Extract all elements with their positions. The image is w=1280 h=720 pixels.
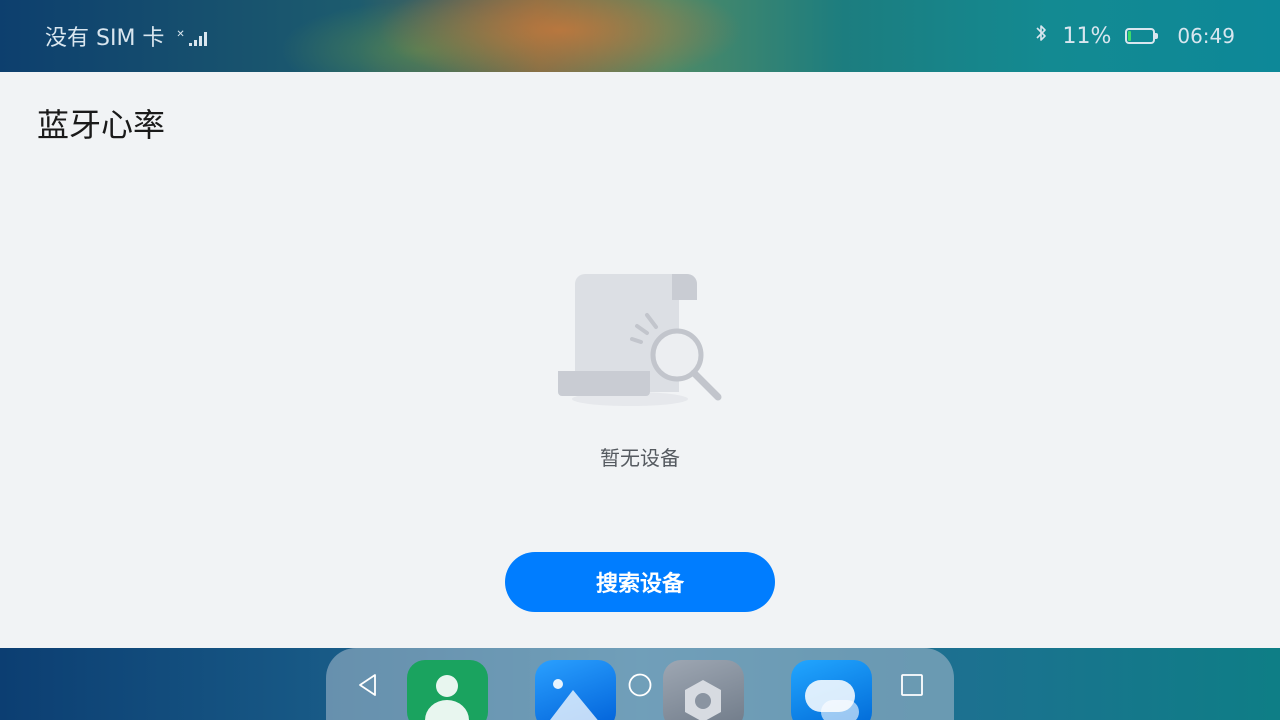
page-title: 蓝牙心率 [37, 106, 166, 144]
bluetooth-icon [1034, 22, 1048, 50]
battery-icon [1125, 28, 1159, 44]
magnifier-handle [690, 369, 722, 401]
app-content: 蓝牙心率 暂无设备 搜索设备 [0, 72, 1280, 648]
settings-app-icon[interactable] [663, 660, 744, 720]
home-icon[interactable] [627, 672, 653, 698]
gallery-app-icon[interactable] [535, 660, 616, 720]
status-bar: 没有 SIM 卡 ✕ 11% 06:49 [0, 0, 1280, 72]
messages-app-icon[interactable] [791, 660, 872, 720]
document-roll [558, 371, 650, 396]
document-corner [672, 274, 697, 300]
contacts-app-icon[interactable] [407, 660, 488, 720]
clock: 06:49 [1177, 24, 1235, 48]
empty-state-message: 暂无设备 [600, 446, 680, 470]
battery-percent: 11% [1062, 23, 1112, 49]
screen: 没有 SIM 卡 ✕ 11% 06:49 蓝牙心率 暂无设备 搜索设备 [0, 0, 1280, 720]
status-left: 没有 SIM 卡 ✕ [45, 0, 207, 72]
search-devices-button[interactable]: 搜索设备 [505, 552, 775, 612]
empty-state-illustration [558, 274, 722, 406]
battery-fill [1128, 31, 1132, 41]
recent-apps-icon[interactable] [899, 672, 925, 698]
status-right: 11% 06:49 [1034, 0, 1235, 72]
carrier-text: 没有 SIM 卡 [45, 26, 165, 51]
signal-icon: ✕ [176, 30, 207, 46]
back-icon[interactable] [355, 672, 381, 698]
